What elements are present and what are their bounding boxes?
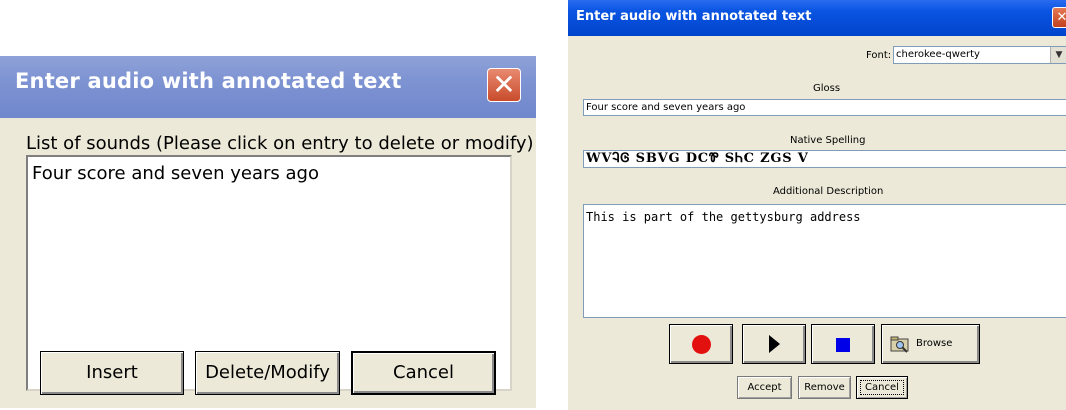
native-spelling-field[interactable]: WVᎸᎶ SBVG DCᏈ SᏂC ZGS V — [583, 150, 1066, 168]
record-icon — [692, 335, 711, 354]
record-button[interactable] — [669, 324, 733, 364]
left-title-bar[interactable]: Enter audio with annotated text ✕ — [0, 56, 536, 118]
play-button[interactable] — [742, 324, 806, 364]
sounds-list-label: List of sounds (Please click on entry to… — [26, 133, 534, 154]
additional-description-label: Additional Description — [773, 186, 884, 197]
left-dialog-title: Enter audio with annotated text — [15, 69, 402, 93]
gloss-field[interactable]: Four score and seven years ago — [583, 99, 1066, 116]
accept-button[interactable]: Accept — [737, 376, 792, 399]
left-close-button[interactable]: ✕ — [487, 68, 521, 102]
play-icon — [769, 335, 780, 353]
browse-button[interactable]: Browse — [881, 324, 980, 364]
native-spelling-value: WVᎸᎶ SBVG DCᏈ SᏂC ZGS V — [586, 151, 809, 166]
additional-description-value: This is part of the gettysburg address — [586, 210, 861, 224]
list-item[interactable]: Four score and seven years ago — [32, 163, 319, 184]
right-cancel-label: Cancel — [860, 380, 904, 395]
right-dialog-title: Enter audio with annotated text — [576, 9, 812, 24]
close-icon: ✕ — [492, 68, 516, 101]
gloss-value: Four score and seven years ago — [586, 102, 746, 113]
native-spelling-label: Native Spelling — [790, 135, 866, 146]
left-cancel-button[interactable]: Cancel — [351, 351, 496, 395]
right-title-bar[interactable]: Enter audio with annotated text ✕ — [568, 0, 1066, 36]
gloss-label: Gloss — [813, 83, 841, 94]
delete-modify-button[interactable]: Delete/Modify — [195, 351, 340, 395]
right-close-button[interactable]: ✕ — [1052, 7, 1066, 28]
left-dialog: Enter audio with annotated text ✕ List o… — [0, 56, 536, 408]
remove-button[interactable]: Remove — [798, 376, 851, 399]
browse-icon — [890, 336, 909, 353]
browse-label: Browse — [916, 338, 953, 349]
font-select-value: cherokee-qwerty — [896, 49, 980, 60]
font-select[interactable]: cherokee-qwerty ▼ — [893, 46, 1066, 64]
stop-button[interactable] — [811, 324, 875, 364]
close-icon: ✕ — [1056, 10, 1066, 25]
additional-description-field[interactable]: This is part of the gettysburg address — [583, 204, 1066, 318]
font-label: Font: — [866, 50, 892, 61]
right-dialog: Enter audio with annotated text ✕ Font: … — [568, 0, 1066, 410]
stop-icon — [836, 338, 850, 352]
insert-button[interactable]: Insert — [40, 351, 184, 395]
right-cancel-button[interactable]: Cancel — [856, 376, 908, 399]
chevron-down-icon[interactable]: ▼ — [1050, 47, 1066, 63]
